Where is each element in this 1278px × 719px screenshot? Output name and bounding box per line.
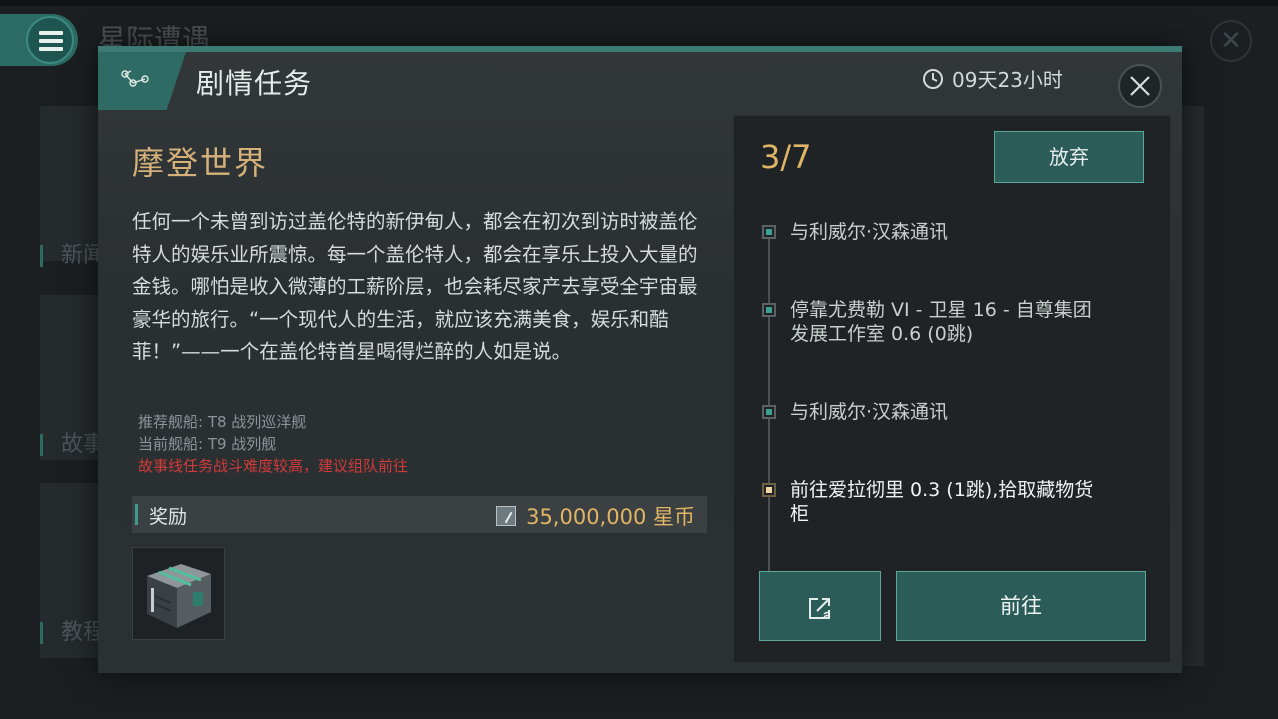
progress-panel: 3/7 放弃 与利威尔·汉森通讯 停靠尤费勒 VI - 卫星 16 - 自尊集团… bbox=[733, 115, 1171, 663]
progress-count: 3/7 bbox=[760, 138, 812, 176]
share-icon bbox=[809, 598, 831, 619]
bg-side-label[interactable]: 教程 bbox=[40, 622, 105, 644]
time-remaining: 09天23小时 bbox=[922, 64, 1063, 93]
cargo-container-icon bbox=[147, 564, 211, 628]
reward-amount: 35,000,000 星币 bbox=[496, 501, 695, 531]
step-item: 停靠尤费勒 VI - 卫星 16 - 自尊集团 发展工作室 0.6 (0跳) bbox=[762, 298, 1110, 346]
share-button[interactable] bbox=[759, 571, 881, 641]
story-mission-dialog: 剧情任务 09天23小时 摩登世界 任何一个未曾到访过盖伦特的新伊甸人，都会在初… bbox=[98, 46, 1182, 673]
timeline-line bbox=[768, 231, 770, 571]
step-done-marker bbox=[762, 225, 776, 239]
close-icon[interactable]: ✕ bbox=[1210, 20, 1252, 62]
difficulty-warning: 故事线任务战斗难度较高，建议组队前往 bbox=[138, 457, 409, 475]
step-text: 与利威尔·汉森通讯 bbox=[790, 221, 949, 243]
bg-side-label[interactable]: 新闻 bbox=[40, 245, 105, 267]
step-text: 停靠尤费勒 VI - 卫星 16 - 自尊集团 发展工作室 0.6 (0跳) bbox=[790, 299, 1092, 345]
clock-icon bbox=[923, 68, 943, 89]
reward-label: 奖励 bbox=[149, 506, 188, 528]
ship-info: 推荐舰船: T8 战列巡洋舰 当前舰船: T9 战列舰 故事线任务战斗难度较高，… bbox=[138, 411, 408, 477]
hamburger-menu-icon bbox=[26, 16, 74, 64]
mission-name: 摩登世界 bbox=[132, 144, 269, 182]
step-done-marker bbox=[762, 303, 776, 317]
bg-side-label[interactable]: 故事 bbox=[40, 434, 105, 456]
close-button[interactable] bbox=[1118, 64, 1162, 108]
step-current-marker bbox=[762, 483, 776, 497]
step-item: 与利威尔·汉森通讯 bbox=[762, 400, 1110, 424]
reward-accent bbox=[135, 504, 138, 525]
go-button[interactable]: 前往 bbox=[896, 571, 1146, 641]
storyline-nodes-icon bbox=[98, 52, 186, 110]
time-remaining-text: 09天23小时 bbox=[952, 68, 1063, 92]
step-done-marker bbox=[762, 405, 776, 419]
current-ship: 当前舰船: T9 战列舰 bbox=[138, 435, 277, 453]
close-icon bbox=[1130, 76, 1150, 96]
step-text: 前往爱拉彻里 0.3 (1跳),拾取藏物货柜 bbox=[790, 479, 1094, 525]
recommended-ship: 推荐舰船: T8 战列巡洋舰 bbox=[138, 413, 307, 431]
dialog-header: 剧情任务 09天23小时 bbox=[98, 52, 1182, 110]
star-coin-icon bbox=[496, 506, 517, 526]
dialog-title: 剧情任务 bbox=[196, 67, 313, 100]
abandon-button[interactable]: 放弃 bbox=[994, 131, 1144, 183]
reward-bar: 奖励 35,000,000 星币 bbox=[132, 496, 707, 533]
step-text: 与利威尔·汉森通讯 bbox=[790, 401, 949, 423]
mission-description: 任何一个未曾到访过盖伦特的新伊甸人，都会在初次到访时被盖伦特人的娱乐业所震惊。每… bbox=[132, 210, 698, 363]
reward-item-slot[interactable] bbox=[132, 547, 225, 640]
reward-amount-text: 35,000,000 星币 bbox=[526, 505, 695, 529]
bg-top-strip bbox=[0, 0, 1278, 6]
bg-card bbox=[40, 106, 100, 261]
step-item: 与利威尔·汉森通讯 bbox=[762, 220, 1110, 244]
step-item-current: 前往爱拉彻里 0.3 (1跳),拾取藏物货柜 bbox=[762, 478, 1110, 526]
bg-menu-button[interactable] bbox=[0, 14, 78, 66]
